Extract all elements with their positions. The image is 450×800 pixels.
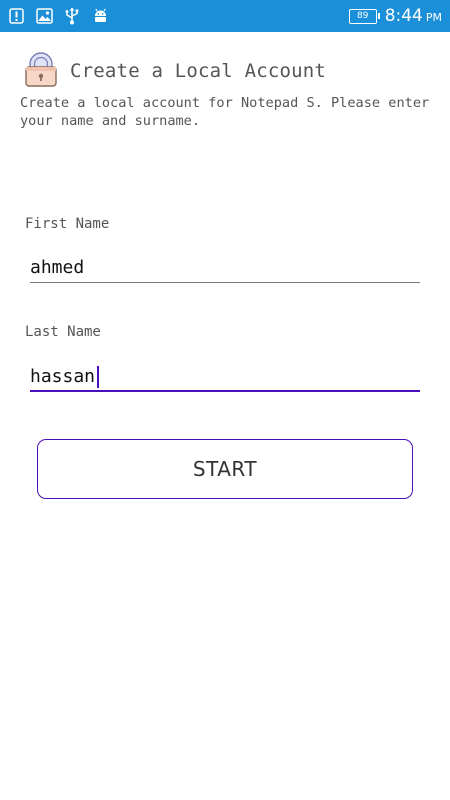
page-title: Create a Local Account <box>70 60 327 82</box>
start-button[interactable]: START <box>37 439 413 499</box>
description-text: Create a local account for Notepad S. Pl… <box>20 95 430 129</box>
first-name-underline <box>30 282 420 283</box>
header: Create a Local Account <box>22 52 326 90</box>
last-name-underline <box>30 390 420 392</box>
last-name-label: Last Name <box>25 324 101 340</box>
clock-time: 8:44 <box>384 6 423 26</box>
status-bar: 89 8:44 PM <box>0 0 450 32</box>
battery-level: 89 <box>356 10 369 21</box>
first-name-input[interactable] <box>30 252 420 286</box>
lock-icon <box>22 50 60 92</box>
text-cursor <box>97 366 99 388</box>
notification-icons <box>6 6 110 26</box>
status-right: 89 8:44 PM <box>348 5 442 27</box>
android-icon <box>90 6 110 26</box>
alert-icon <box>6 6 26 26</box>
usb-icon <box>62 6 82 26</box>
battery-icon: 89 <box>348 8 380 24</box>
image-icon <box>34 6 54 26</box>
screen: 89 8:44 PM Create a Local Account Create… <box>0 0 450 800</box>
first-name-label: First Name <box>25 216 110 232</box>
clock: 8:44 PM <box>385 6 442 26</box>
clock-ampm: PM <box>425 11 442 24</box>
